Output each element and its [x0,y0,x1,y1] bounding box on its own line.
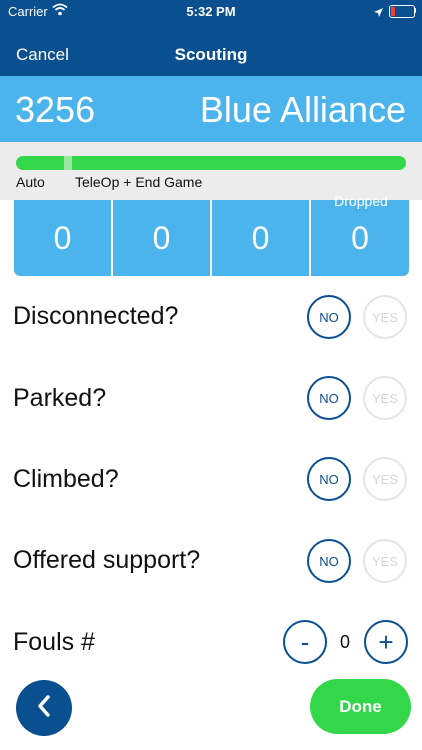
yes-button[interactable]: YES [363,539,407,583]
back-button[interactable] [16,680,72,736]
yes-button[interactable]: YES [363,295,407,339]
phase-progress-bar[interactable] [16,156,406,170]
location-icon [373,5,384,23]
phase-panel [0,142,422,200]
phase-marker [64,156,72,170]
question-label: Climbed? [13,465,119,493]
question-label: Offered support? [13,546,201,574]
counter-cell[interactable]: 0 [212,200,309,276]
yes-button[interactable]: YES [363,376,407,420]
no-button[interactable]: NO [307,539,351,583]
fouls-decrement-button[interactable]: - [283,620,327,664]
question-label: Disconnected? [13,302,179,330]
yes-button[interactable]: YES [363,457,407,501]
counter-cell[interactable]: 0 [14,200,111,276]
no-button[interactable]: NO [307,457,351,501]
no-button[interactable]: NO [307,376,351,420]
question-label: Parked? [13,384,107,412]
counter-cell[interactable]: 0 [113,200,210,276]
fouls-increment-button[interactable]: + [364,620,408,664]
fouls-count: 0 [339,632,350,652]
fouls-label: Fouls # [13,628,95,656]
battery-icon [389,5,415,18]
no-button[interactable]: NO [307,295,351,339]
phase-teleop-label[interactable]: TeleOp + End Game [75,174,202,190]
done-button[interactable]: Done [310,679,411,734]
status-time: 5:32 PM [186,4,236,19]
phase-auto-label[interactable]: Auto [16,174,45,190]
counter-cell-dropped[interactable]: 0 [311,200,409,276]
alliance-label: Blue Alliance [199,89,406,130]
team-number: 3256 [15,89,96,130]
dropped-label: Dropped [334,193,388,209]
battery-cap [414,8,416,13]
chevron-left-icon [36,694,52,723]
page-title: Scouting [174,45,248,64]
